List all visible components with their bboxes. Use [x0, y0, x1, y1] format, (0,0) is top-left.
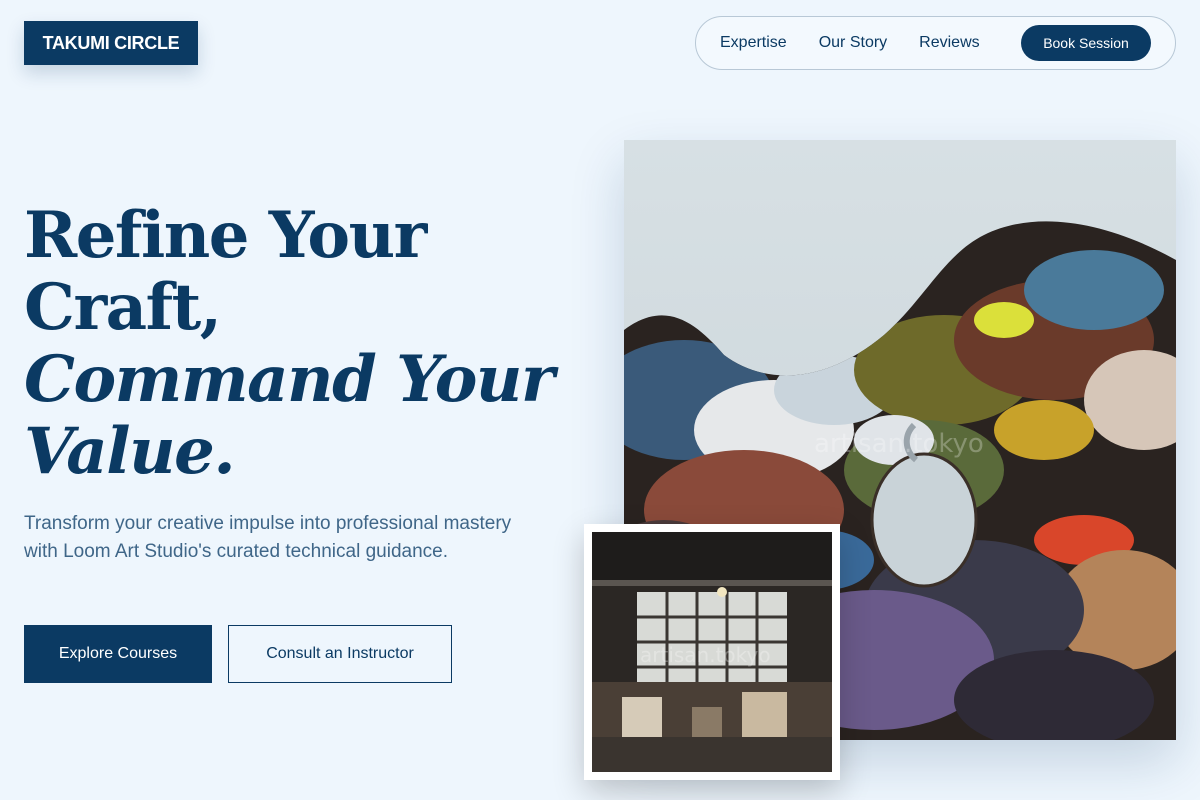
nav-link-reviews[interactable]: Reviews: [919, 34, 979, 52]
hero-headline: Refine Your Craft, Command Your Value.: [24, 200, 584, 488]
headline-line-2: Craft,: [24, 270, 222, 345]
explore-courses-button[interactable]: Explore Courses: [24, 625, 212, 683]
svg-text:artisan.tokyo: artisan.tokyo: [814, 429, 984, 459]
nav-link-our-story[interactable]: Our Story: [819, 34, 887, 52]
brand-logo[interactable]: TAKUMI CIRCLE: [24, 21, 198, 65]
headline-line-3: Command Your: [24, 342, 555, 417]
svg-text:artisan.tokyo: artisan.tokyo: [640, 643, 771, 667]
headline-line-4: Value.: [24, 414, 236, 489]
studio-image-frame: artisan.tokyo: [584, 524, 840, 780]
main-nav: Expertise Our Story Reviews Book Session: [695, 16, 1176, 70]
nav-link-expertise[interactable]: Expertise: [720, 34, 787, 52]
book-session-button[interactable]: Book Session: [1021, 25, 1151, 61]
studio-interior-icon: artisan.tokyo: [592, 532, 832, 772]
consult-instructor-button[interactable]: Consult an Instructor: [228, 625, 452, 683]
studio-interior-image: artisan.tokyo: [592, 532, 832, 772]
hero-subtext: Transform your creative impulse into pro…: [24, 513, 512, 562]
headline-line-1: Refine Your: [24, 198, 427, 273]
